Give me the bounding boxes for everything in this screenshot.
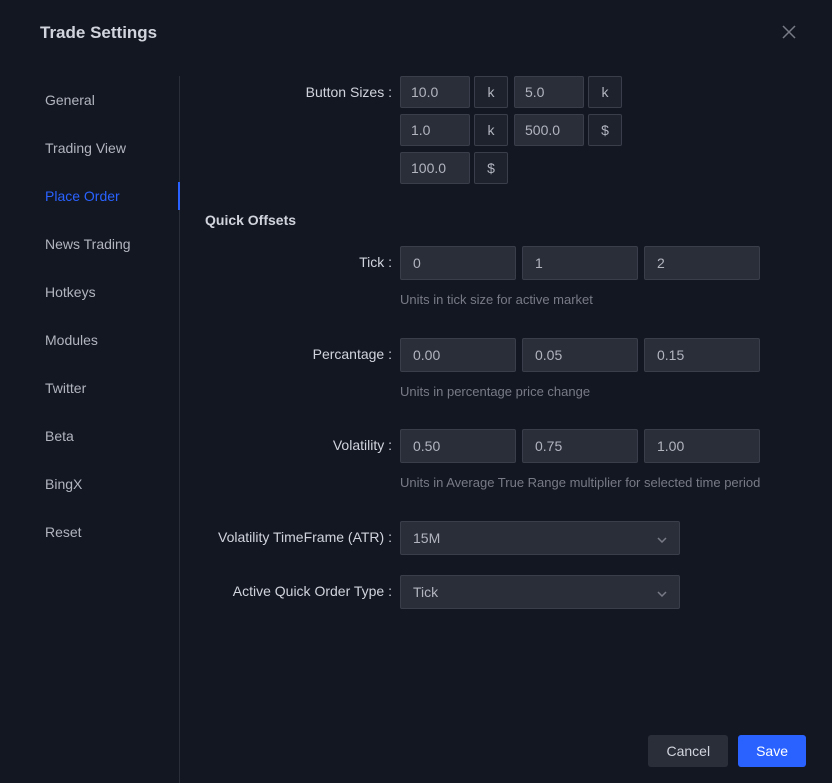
button-size-unit-2[interactable]: k [474,114,508,146]
percentage-row: Percantage : Units in percentage price c… [205,338,797,402]
dialog-header: Trade Settings [0,0,832,66]
sidebar-item-hotkeys[interactable]: Hotkeys [45,268,170,316]
button-size-unit-3[interactable]: $ [588,114,622,146]
dialog-body: General Trading View Place Order News Tr… [0,66,832,701]
sidebar-item-twitter[interactable]: Twitter [45,364,170,412]
percentage-input-2[interactable] [644,338,760,372]
volatility-input-1[interactable] [522,429,638,463]
sidebar-item-modules[interactable]: Modules [45,316,170,364]
sidebar-item-news-trading[interactable]: News Trading [45,220,170,268]
dialog-title: Trade Settings [40,23,157,43]
volatility-input-0[interactable] [400,429,516,463]
cancel-button[interactable]: Cancel [648,735,728,767]
button-size-pair: k [400,114,508,146]
save-button[interactable]: Save [738,735,806,767]
volatility-timeframe-label: Volatility TimeFrame (ATR) : [205,521,400,545]
button-size-unit-4[interactable]: $ [474,152,508,184]
percentage-label: Percantage : [205,338,400,362]
volatility-hint: Units in Average True Range multiplier f… [400,473,797,493]
chevron-down-icon [657,584,667,600]
content-panel: Button Sizes : k k k [175,76,807,701]
sidebar-item-reset[interactable]: Reset [45,508,170,556]
volatility-timeframe-value: 15M [413,530,440,546]
tick-input-0[interactable] [400,246,516,280]
active-quick-order-type-label: Active Quick Order Type : [205,575,400,599]
sidebar-item-trading-view[interactable]: Trading View [45,124,170,172]
volatility-row: Volatility : Units in Average True Range… [205,429,797,493]
active-quick-order-type-row: Active Quick Order Type : Tick [205,575,797,609]
volatility-timeframe-row: Volatility TimeFrame (ATR) : 15M [205,521,797,555]
button-sizes-label: Button Sizes : [205,76,400,100]
button-size-pair: $ [400,152,508,184]
volatility-timeframe-select[interactable]: 15M [400,521,680,555]
dialog-footer: Cancel Save [648,735,806,767]
button-size-value-2[interactable] [400,114,470,146]
active-quick-order-type-value: Tick [413,584,438,600]
trade-settings-dialog: Trade Settings General Trading View Plac… [0,0,832,783]
active-quick-order-type-select[interactable]: Tick [400,575,680,609]
button-size-pair: k [514,76,622,108]
button-size-pair: $ [514,114,622,146]
sidebar-item-bingx[interactable]: BingX [45,460,170,508]
percentage-hint: Units in percentage price change [400,382,797,402]
button-size-pair: k [400,76,508,108]
chevron-down-icon [657,530,667,546]
percentage-input-0[interactable] [400,338,516,372]
volatility-input-2[interactable] [644,429,760,463]
tick-input-2[interactable] [644,246,760,280]
tick-label: Tick : [205,246,400,270]
tick-hint: Units in tick size for active market [400,290,797,310]
button-sizes-row: Button Sizes : k k k [205,76,797,184]
sidebar-item-general[interactable]: General [45,76,170,124]
button-size-value-4[interactable] [400,152,470,184]
tick-input-1[interactable] [522,246,638,280]
tick-row: Tick : Units in tick size for active mar… [205,246,797,310]
button-size-value-1[interactable] [514,76,584,108]
close-icon[interactable] [776,18,802,48]
volatility-label: Volatility : [205,429,400,453]
sidebar: General Trading View Place Order News Tr… [10,76,175,701]
quick-offsets-title: Quick Offsets [205,212,797,228]
sidebar-item-place-order[interactable]: Place Order [45,172,170,220]
button-size-value-3[interactable] [514,114,584,146]
button-size-value-0[interactable] [400,76,470,108]
sidebar-item-beta[interactable]: Beta [45,412,170,460]
button-size-unit-1[interactable]: k [588,76,622,108]
button-size-unit-0[interactable]: k [474,76,508,108]
percentage-input-1[interactable] [522,338,638,372]
button-sizes-grid: k k k $ [400,76,645,184]
